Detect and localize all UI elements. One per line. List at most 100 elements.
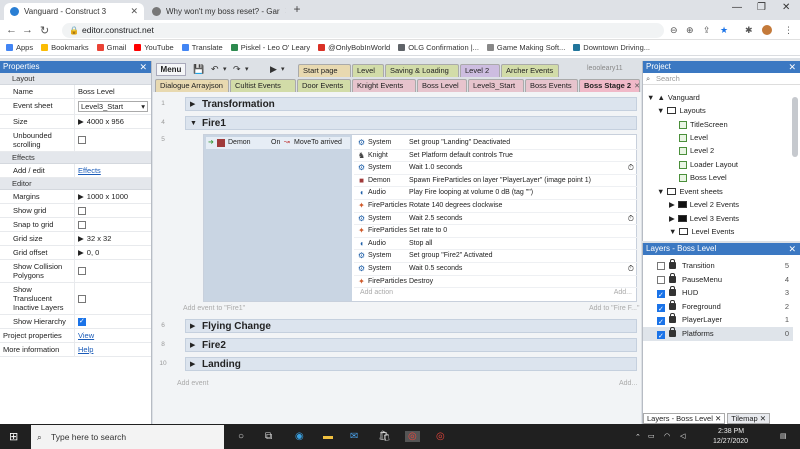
add-link[interactable]: Add... — [614, 289, 632, 296]
action-row[interactable]: ◖ Audio Play Fire looping at volume 0 dB (… — [354, 187, 638, 200]
action-row[interactable]: ⚙ System Wait 1.0 seconds ⏱ — [354, 162, 638, 175]
collapse-icon[interactable]: ▼ — [190, 117, 197, 130]
visible-checkbox[interactable] — [657, 303, 665, 317]
tree-item-folder[interactable]: ▼ Level Events — [669, 227, 734, 236]
redo-icon[interactable]: ↷ — [233, 64, 241, 75]
tree-item-folder[interactable]: ▶ Level 2 Events — [669, 200, 739, 209]
lock-icon[interactable] — [669, 286, 676, 296]
collision-checkbox[interactable] — [78, 267, 86, 275]
lock-icon[interactable] — [669, 259, 676, 269]
expand-icon[interactable]: ▶ — [669, 200, 675, 209]
view-link[interactable]: View — [75, 329, 151, 342]
visible-checkbox[interactable] — [657, 316, 665, 330]
tree-item-layout[interactable]: Level 2 — [679, 146, 714, 155]
expand-icon[interactable]: ▶ — [78, 117, 84, 126]
expand-icon[interactable]: ▶ — [669, 214, 675, 223]
project-search-input[interactable]: ⌕ Search — [643, 73, 800, 85]
action-row[interactable]: ✦ FireParticles Destroy — [354, 276, 638, 289]
store-icon[interactable]: 🛍 — [378, 431, 391, 442]
task-view-icon[interactable]: ⧉ — [265, 431, 272, 442]
show-grid-checkbox[interactable] — [78, 206, 86, 215]
share-icon[interactable]: ⇪ — [703, 25, 711, 36]
save-icon[interactable]: 💾 — [193, 64, 204, 75]
zoom-icon[interactable]: ⊕ — [686, 25, 694, 36]
clock-date[interactable]: 12/27/2020 — [713, 438, 748, 445]
tree-item-layout[interactable]: Loader Layout — [679, 160, 738, 169]
expand-icon[interactable]: ▶ — [190, 339, 195, 352]
chevron-down-icon[interactable]: ▾ — [245, 65, 249, 73]
bookmark-item[interactable]: Downtown Driving... — [573, 43, 650, 52]
bookmark-item[interactable]: @OnlyBobInWorld — [318, 43, 390, 52]
chrome-icon[interactable]: ◎ — [405, 431, 420, 442]
tab-door[interactable]: Door Events — [297, 79, 351, 92]
tree-item-project[interactable]: ▼ ▲ Vanguard — [647, 93, 700, 102]
tab-knight[interactable]: Knight Events — [352, 79, 416, 92]
tab-tilemap[interactable]: Tilemap ✕ — [727, 413, 771, 424]
visible-checkbox[interactable] — [657, 330, 665, 344]
section-effects[interactable]: Effects — [0, 152, 151, 164]
windows-start-icon[interactable]: ⊞ — [9, 430, 18, 443]
add-event-to-fire1[interactable]: Add event to "Fire1" — [183, 305, 245, 312]
layer-row[interactable]: Foreground 2 — [643, 300, 793, 317]
expand-icon[interactable]: ▶ — [190, 320, 195, 333]
more-menu-icon[interactable]: ⋮ — [784, 25, 793, 36]
group-flying-change[interactable]: ▶ Flying Change — [185, 319, 637, 333]
tree-item-layouts[interactable]: ▼ Layouts — [657, 106, 706, 115]
tab-cultist[interactable]: Cultist Events — [230, 79, 296, 92]
prop-show-grid[interactable]: Show grid — [0, 204, 151, 218]
translucent-checkbox[interactable] — [78, 294, 86, 303]
tray-chevron-icon[interactable]: ⌃ — [635, 433, 641, 441]
cortana-icon[interactable]: ○ — [238, 431, 244, 442]
event-block[interactable]: ➜ Demon On ↝ MoveTo arrived ⚙ System Set g… — [203, 134, 638, 302]
visible-checkbox[interactable] — [657, 276, 665, 284]
visible-checkbox[interactable] — [657, 289, 665, 303]
prop-value[interactable]: Boss Level — [75, 85, 151, 98]
action-row[interactable]: ✦ FireParticles Rotate 140 degrees clockwi… — [354, 200, 638, 213]
bookmark-item[interactable]: YouTube — [134, 43, 174, 52]
layer-row[interactable]: Platforms 0 — [643, 327, 793, 344]
section-editor[interactable]: Editor — [0, 178, 151, 190]
action-row[interactable]: ⚙ System Wait 2.5 seconds ⏱ — [354, 213, 638, 226]
prop-grid-offset[interactable]: Grid offset ▶ 0, 0 — [0, 246, 151, 260]
volume-icon[interactable]: ◁ — [680, 432, 685, 440]
tab-start-page[interactable]: Start page — [298, 64, 351, 77]
back-icon[interactable]: ← — [6, 24, 17, 36]
bookmark-item[interactable]: Bookmarks — [41, 43, 89, 52]
file-explorer-icon[interactable]: ▬ — [323, 431, 333, 442]
network-icon[interactable]: ▭ — [648, 432, 655, 440]
close-icon[interactable]: ✕ — [760, 414, 766, 423]
bookmark-item[interactable]: Translate — [181, 43, 223, 52]
tab-layers[interactable]: Layers - Boss Level ✕ — [643, 413, 726, 424]
action-row[interactable]: ■ Demon Spawn FireParticles on layer "Play… — [354, 175, 638, 188]
layer-row[interactable]: HUD 3 — [643, 286, 793, 303]
tree-item-layout[interactable]: Level — [679, 133, 708, 142]
snap-checkbox[interactable] — [78, 220, 86, 229]
url-input[interactable]: 🔒 editor.construct.net — [62, 23, 664, 38]
prop-translucent[interactable]: Show Translucent Inactive Layers — [0, 283, 151, 315]
prop-unbounded[interactable]: Unbounded scrolling — [0, 129, 151, 152]
bookmark-item[interactable]: Piskel - Leo O' Leary — [230, 43, 310, 52]
expand-icon[interactable]: ▶ — [78, 248, 84, 257]
avatar[interactable] — [762, 25, 772, 35]
bookmark-item[interactable]: Apps — [6, 43, 33, 52]
tab-archer-events[interactable]: Archer Events — [501, 64, 559, 77]
play-icon[interactable]: ▶ — [270, 64, 277, 75]
close-icon[interactable]: ✕ — [715, 414, 721, 423]
event-sheet[interactable]: 1 ▶ Transformation 4 ▼ Fire1 5 ➜ Demon On … — [153, 92, 641, 424]
prop-event-sheet[interactable]: Event sheet Level3_Start ▾ — [0, 99, 151, 115]
group-transformation[interactable]: ▶ Transformation — [185, 97, 637, 111]
prop-size[interactable]: Size ▶ 4000 x 956 — [0, 115, 151, 129]
close-icon[interactable]: ✕ — [139, 61, 147, 73]
section-layout[interactable]: Layout — [0, 73, 151, 85]
tab-boss-events[interactable]: Boss Events — [525, 79, 578, 92]
collapse-icon[interactable]: ▼ — [669, 227, 676, 236]
expand-icon[interactable]: ▶ — [190, 98, 195, 111]
wifi-icon[interactable]: ◠ — [664, 432, 670, 440]
visible-checkbox[interactable] — [657, 262, 665, 270]
reload-icon[interactable]: ↻ — [40, 24, 49, 37]
add-event-link[interactable]: Add event — [177, 380, 209, 387]
menu-button[interactable]: Menu — [156, 63, 186, 76]
restore-icon[interactable]: ❐ — [757, 2, 766, 13]
prop-hierarchy[interactable]: Show Hierarchy — [0, 315, 151, 329]
prop-project-properties[interactable]: Project properties View — [0, 329, 151, 343]
